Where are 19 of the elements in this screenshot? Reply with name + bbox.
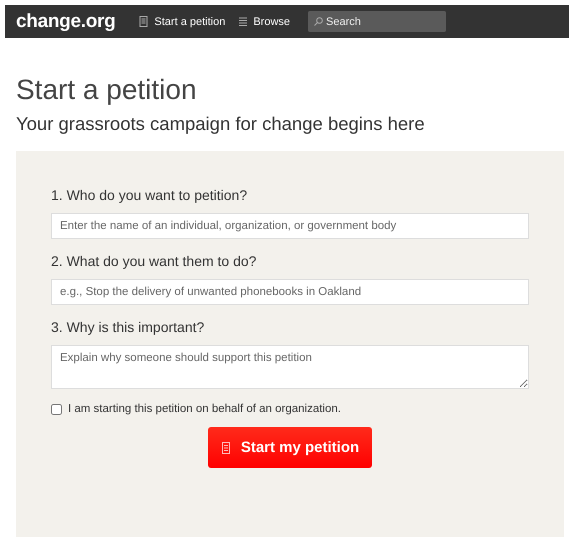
text-area[interactable]: Explain why someone should support this petition bbox=[51, 345, 529, 389]
field-label: 1. Who do you want to petition? bbox=[51, 187, 248, 203]
start-petition-button[interactable]: Start my petition bbox=[208, 427, 372, 468]
search-field[interactable]: Search bbox=[308, 11, 446, 32]
scroll-icon bbox=[220, 442, 231, 454]
nav-link[interactable]: Browse bbox=[239, 16, 290, 28]
field-label: 3. Why is this important? bbox=[51, 319, 206, 335]
field-label: 2. What do you want them to do? bbox=[51, 253, 258, 269]
search-icon bbox=[314, 17, 324, 26]
logo[interactable]: change.org bbox=[16, 10, 116, 32]
input-field[interactable]: Enter the name of an individual, organization, or government body bbox=[51, 213, 529, 239]
list-icon bbox=[239, 17, 248, 26]
checkbox-label: I am starting this petition on behalf of an organization. bbox=[68, 403, 341, 415]
nav-link[interactable]: Start a petition bbox=[139, 16, 226, 28]
page-subtitle: Your grassroots campaign for change begins here bbox=[16, 112, 426, 136]
page-title: Start a petition bbox=[16, 74, 198, 106]
input-field[interactable]: e.g., Stop the delivery of unwanted phonebooks in Oakland bbox=[51, 279, 529, 305]
scroll-icon bbox=[139, 16, 148, 27]
checkbox[interactable] bbox=[51, 404, 62, 414]
